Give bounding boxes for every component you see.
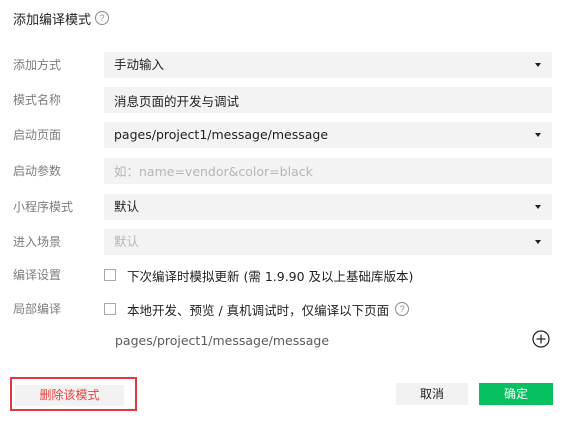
question-circle-icon[interactable]: ? xyxy=(395,302,410,316)
launch-params-label: 启动参数 xyxy=(13,164,62,178)
question-circle-icon[interactable]: ? xyxy=(95,11,110,25)
entry-scene-select[interactable]: 默认 xyxy=(104,229,552,255)
mode-name-row: 模式名称 xyxy=(0,87,571,113)
miniprogram-mode-label: 小程序模式 xyxy=(13,200,74,214)
entry-scene-row: 进入场景 默认 xyxy=(0,229,571,255)
dialog-title: 添加编译模式 xyxy=(13,12,92,28)
caret-down-icon xyxy=(535,205,541,209)
add-method-row: 添加方式 手动输入 xyxy=(0,52,571,78)
caret-down-icon xyxy=(535,63,541,67)
launch-page-value: pages/project1/message/message xyxy=(114,127,329,142)
partial-compile-option[interactable]: 本地开发、预览 / 真机调试时，仅编译以下页面 ? xyxy=(104,296,410,322)
simulate-update-checkbox[interactable] xyxy=(104,269,116,281)
add-compile-mode-dialog: 添加编译模式 ? 添加方式 手动输入 模式名称 启动页面 pages/proje… xyxy=(0,0,571,421)
partial-compile-option-label: 本地开发、预览 / 真机调试时，仅编译以下页面 xyxy=(127,302,390,318)
add-method-select[interactable]: 手动输入 xyxy=(104,52,552,78)
launch-params-input[interactable] xyxy=(114,158,542,184)
mode-name-input[interactable] xyxy=(114,87,542,113)
compile-settings-row: 编译设置 下次编译时模拟更新 (需 1.9.90 及以上基础库版本) xyxy=(0,262,571,288)
miniprogram-mode-select[interactable]: 默认 xyxy=(104,194,552,220)
cancel-button[interactable]: 取消 xyxy=(396,383,468,405)
caret-down-icon xyxy=(535,133,541,137)
launch-params-field[interactable] xyxy=(104,158,552,184)
plus-circle-icon[interactable] xyxy=(532,330,550,348)
partial-compile-checkbox[interactable] xyxy=(104,303,116,315)
miniprogram-mode-value: 默认 xyxy=(114,199,140,214)
launch-page-row: 启动页面 pages/project1/message/message xyxy=(0,122,571,148)
mode-name-field[interactable] xyxy=(104,87,552,113)
compile-settings-label: 编译设置 xyxy=(13,268,62,282)
caret-down-icon xyxy=(535,240,541,244)
miniprogram-mode-row: 小程序模式 默认 xyxy=(0,194,571,220)
simulate-update-label: 下次编译时模拟更新 (需 1.9.90 及以上基础库版本) xyxy=(127,268,414,284)
launch-page-label: 启动页面 xyxy=(13,128,62,142)
dialog-title-row: 添加编译模式 ? xyxy=(13,9,110,28)
launch-params-row: 启动参数 xyxy=(0,158,571,184)
partial-compile-label: 局部编译 xyxy=(13,302,62,316)
simulate-update-option[interactable]: 下次编译时模拟更新 (需 1.9.90 及以上基础库版本) xyxy=(104,262,413,288)
mode-name-label: 模式名称 xyxy=(13,93,62,107)
entry-scene-placeholder: 默认 xyxy=(114,234,140,249)
partial-compile-page-path: pages/project1/message/message xyxy=(115,333,330,348)
entry-scene-label: 进入场景 xyxy=(13,235,62,249)
partial-compile-row: 局部编译 本地开发、预览 / 真机调试时，仅编译以下页面 ? xyxy=(0,296,571,322)
delete-mode-highlight: 删除该模式 xyxy=(10,377,137,411)
launch-page-select[interactable]: pages/project1/message/message xyxy=(104,122,552,148)
confirm-button[interactable]: 确定 xyxy=(479,383,553,405)
delete-mode-button[interactable]: 删除该模式 xyxy=(15,385,124,406)
add-method-label: 添加方式 xyxy=(13,58,62,72)
add-method-value: 手动输入 xyxy=(114,57,165,72)
